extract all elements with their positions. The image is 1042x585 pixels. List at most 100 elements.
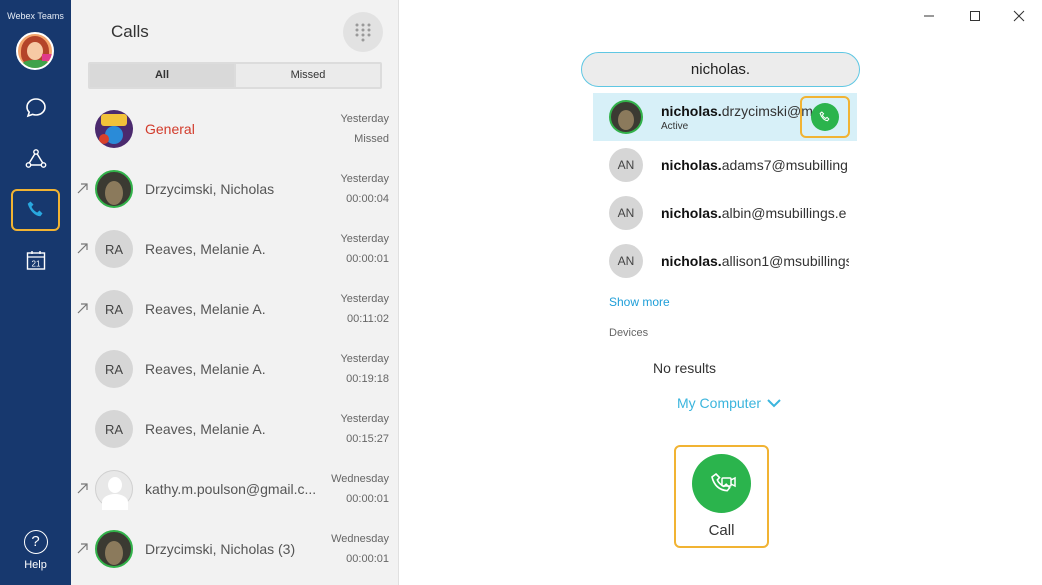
maximize-button[interactable] (965, 6, 985, 26)
contact-avatar: RA (95, 230, 133, 268)
call-detail: 00:11:02 (346, 313, 389, 325)
quick-call-highlight (800, 96, 850, 138)
tab-missed[interactable]: Missed (236, 64, 380, 87)
call-name: Reaves, Melanie A. (145, 361, 266, 377)
device-select-label: My Computer (677, 395, 762, 411)
tab-all[interactable]: All (90, 64, 234, 87)
call-name: Reaves, Melanie A. (145, 421, 266, 437)
calendar-icon: 21 (26, 251, 45, 270)
close-icon (1013, 10, 1025, 22)
call-when: Yesterday (340, 113, 389, 125)
contact-avatar: RA (95, 350, 133, 388)
contact-avatar: AN (609, 148, 643, 182)
contact-avatar: RA (95, 410, 133, 448)
outgoing-arrow-icon (77, 483, 88, 494)
maximize-icon (970, 11, 980, 21)
result-row[interactable]: AN nicholas.adams7@msubilling (593, 141, 857, 189)
outgoing-arrow-icon (77, 303, 88, 314)
calls-panel: Calls All Missed General Yesterday Misse… (71, 0, 399, 585)
call-button[interactable] (692, 454, 751, 513)
dialer-pane: nicholas.drzycimski@m Active AN nicholas… (400, 0, 1042, 585)
contact-avatar (95, 170, 133, 208)
call-name: Drzycimski, Nicholas (3) (145, 541, 296, 557)
dialpad-button[interactable] (343, 12, 383, 52)
call-detail: 00:00:01 (346, 253, 389, 265)
search-field[interactable] (581, 52, 860, 87)
nav-calls-button[interactable] (11, 189, 60, 231)
call-detail: 00:00:01 (346, 553, 389, 565)
minimize-button[interactable] (919, 6, 939, 26)
call-detail: Missed (354, 133, 389, 145)
call-row[interactable]: kathy.m.poulson@gmail.c... Wednesday 00:… (71, 459, 399, 519)
call-history-list: General Yesterday Missed Drzycimski, Nic… (71, 99, 399, 579)
call-name: Reaves, Melanie A. (145, 301, 266, 317)
contact-avatar: RA (95, 290, 133, 328)
help-icon: ? (23, 530, 48, 554)
call-detail: 00:15:27 (346, 433, 389, 445)
call-row[interactable]: RA Reaves, Melanie A. Yesterday 00:19:18 (71, 339, 399, 399)
call-name: Reaves, Melanie A. (145, 241, 266, 257)
call-row[interactable]: RA Reaves, Melanie A. Yesterday 00:15:27 (71, 399, 399, 459)
call-when: Yesterday (340, 353, 389, 365)
call-row[interactable]: Drzycimski, Nicholas (3) Wednesday 00:00… (71, 519, 399, 579)
contact-avatar (609, 100, 643, 134)
space-avatar (95, 110, 133, 148)
call-when: Yesterday (340, 293, 389, 305)
show-more-link[interactable]: Show more (609, 295, 670, 309)
help-label: Help (24, 559, 47, 571)
call-button-label: Call (708, 522, 735, 539)
result-email: nicholas.allison1@msubillings (661, 253, 849, 269)
devices-heading: Devices (609, 327, 649, 339)
call-row[interactable]: RA Reaves, Melanie A. Yesterday 00:00:01 (71, 219, 399, 279)
call-when: Wednesday (331, 473, 389, 485)
call-detail: 00:00:01 (346, 493, 389, 505)
device-select[interactable]: My Computer (677, 395, 781, 411)
nav-teams-button[interactable] (11, 139, 60, 181)
outgoing-arrow-icon (77, 543, 88, 554)
call-name: Drzycimski, Nicholas (145, 181, 275, 197)
contact-avatar (95, 470, 133, 510)
result-email: nicholas.adams7@msubilling (661, 157, 848, 173)
nav-meetings-button[interactable]: 21 (11, 239, 60, 281)
search-input[interactable] (582, 53, 859, 86)
result-row[interactable]: AN nicholas.allison1@msubillings (593, 237, 857, 285)
call-when: Yesterday (340, 233, 389, 245)
call-when: Wednesday (331, 533, 389, 545)
outgoing-arrow-icon (77, 243, 88, 254)
search-results: nicholas.drzycimski@m Active AN nicholas… (593, 93, 857, 285)
calendar-date: 21 (31, 260, 40, 269)
help-button[interactable]: ? Help (0, 530, 71, 571)
result-row[interactable]: nicholas.drzycimski@m Active (593, 93, 857, 141)
call-detail: 00:00:04 (346, 193, 389, 205)
call-name: kathy.m.poulson@gmail.c... (145, 481, 317, 497)
minimize-icon (924, 15, 934, 17)
call-row[interactable]: Drzycimski, Nicholas Yesterday 00:00:04 (71, 159, 399, 219)
contact-avatar: AN (609, 196, 643, 230)
close-button[interactable] (1009, 6, 1029, 26)
call-icon (819, 111, 830, 122)
result-row[interactable]: AN nicholas.albin@msubillings.e (593, 189, 857, 237)
call-row[interactable]: RA Reaves, Melanie A. Yesterday 00:11:02 (71, 279, 399, 339)
chat-bubble-icon (25, 98, 46, 118)
call-button-highlight: Call (674, 445, 769, 548)
quick-call-button[interactable] (811, 103, 839, 131)
call-name: General (145, 121, 195, 137)
nav-messaging-button[interactable] (11, 87, 60, 129)
app-title: Webex Teams (7, 11, 64, 21)
result-email: nicholas.albin@msubillings.e (661, 205, 847, 221)
call-when: Yesterday (340, 413, 389, 425)
profile-avatar[interactable] (16, 32, 54, 70)
chevron-down-icon (767, 399, 781, 408)
video-call-icon (710, 472, 736, 492)
phone-icon (27, 201, 42, 217)
call-detail: 00:19:18 (346, 373, 389, 385)
contact-avatar (95, 530, 133, 568)
teams-icon (25, 149, 46, 168)
outgoing-arrow-icon (77, 183, 88, 194)
call-when: Yesterday (340, 173, 389, 185)
calls-filter-tabs: All Missed (88, 62, 382, 89)
result-status: Active (661, 121, 689, 132)
call-row[interactable]: General Yesterday Missed (71, 99, 399, 159)
no-results-text: No results (653, 360, 717, 376)
nav-rail: Webex Teams 21 ? Help (0, 0, 71, 585)
